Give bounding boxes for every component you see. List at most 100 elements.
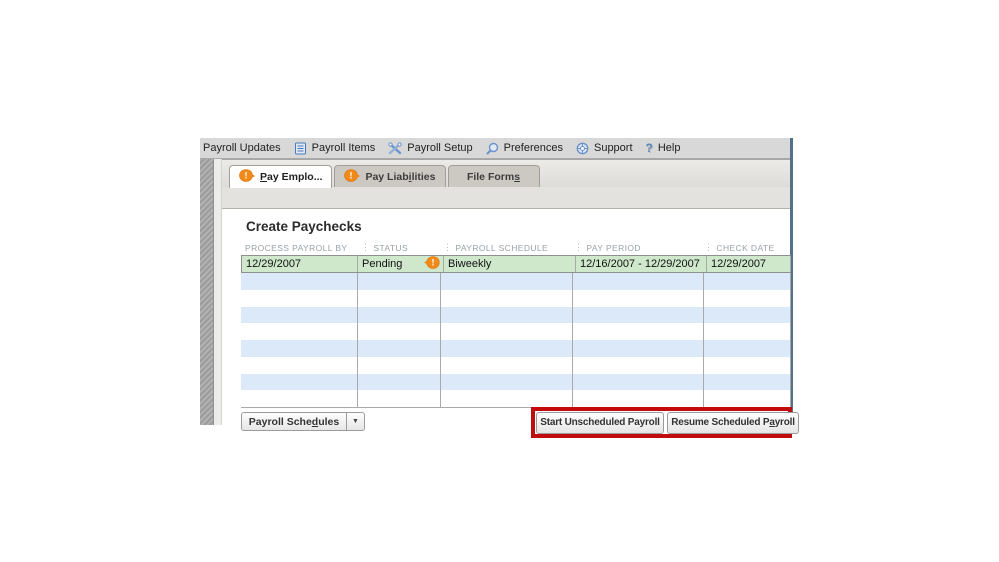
empty-cell [241,356,358,374]
empty-cell [704,373,791,391]
empty-cell [441,273,573,290]
crossed-tools-icon [388,141,402,155]
payroll-row-selected[interactable]: 12/29/2007 Pending ! Biweekly 12/16/2007… [241,255,791,273]
payroll-schedules-button[interactable]: Payroll Schedules [241,412,347,431]
empty-cell [704,390,791,407]
empty-cell [573,390,704,407]
empty-cell [241,373,358,391]
life-ring-icon [576,142,589,155]
column-grip-icon: ⋮ [704,242,714,252]
empty-cell [358,273,441,290]
empty-cell [573,306,704,324]
empty-cell [441,289,573,307]
empty-cell [573,356,704,374]
empty-row [241,390,791,407]
empty-cell [573,289,704,307]
svg-text:!: ! [245,171,248,181]
alert-balloon-icon: ! [344,168,361,185]
empty-cell [441,340,573,357]
empty-cell [241,306,358,324]
toolbar-item-label: Payroll Updates [203,142,281,154]
empty-cell [441,390,573,407]
empty-cell [441,356,573,374]
empty-row [241,323,791,340]
empty-cell [241,390,358,407]
empty-cell [704,340,791,357]
empty-cell [358,356,441,374]
empty-row [241,340,791,357]
column-grip-icon: ⋮ [361,242,371,252]
cell-status: Pending ! [358,256,444,272]
left-gutter [214,159,222,425]
toolbar-item-preferences[interactable]: Preferences [486,142,563,155]
empty-cell [441,306,573,324]
svg-text:!: ! [432,258,435,268]
toolbar-item-payroll-items[interactable]: Payroll Items [294,142,376,155]
alert-balloon-icon: ! [239,169,256,185]
toolbar-item-support[interactable]: Support [576,142,633,155]
page-title: Create Paychecks [246,219,362,234]
column-header-process-payroll-by[interactable]: PROCESS PAYROLL BY [241,243,357,253]
tab-file-forms[interactable]: File Forms [447,165,540,187]
empty-cell [704,306,791,324]
empty-cell [573,340,704,357]
toolbar-item-payroll-updates[interactable]: Payroll Updates [203,142,281,154]
column-header-payroll-schedule[interactable]: ⋮ PAYROLL SCHEDULE [439,243,570,253]
toolbar-item-payroll-setup[interactable]: Payroll Setup [388,141,473,155]
magnifier-icon [486,142,499,155]
empty-row [241,356,791,374]
pay-employees-page: Create Paychecks PROCESS PAYROLL BY ⋮ STA… [222,208,799,438]
toolbar-item-label: Help [657,142,681,154]
empty-row [241,373,791,391]
payroll-items-icon [294,142,307,155]
empty-cell [358,373,441,391]
svg-text:!: ! [350,170,353,180]
empty-cell [441,323,573,340]
empty-cell [573,273,704,290]
payroll-schedules-split-button: Payroll Schedules ▼ [241,412,365,431]
empty-cell [358,390,441,407]
empty-cell [441,373,573,391]
column-grip-icon: ⋮ [574,242,584,252]
empty-cell [704,273,791,290]
empty-cell [358,340,441,357]
status-alert-icon: ! [423,256,440,272]
chevron-down-icon[interactable]: ▼ [347,412,365,431]
toolbar-item-label: Payroll Setup [407,142,473,154]
annotation-red-box: Start Unscheduled Payroll Resume Schedul… [531,407,799,438]
question-mark-icon: ? [645,141,653,155]
empty-cell [704,289,791,307]
column-header-pay-period[interactable]: ⋮ PAY PERIOD [570,243,700,253]
tab-pay-employees[interactable]: ! Pay Emplo... [229,165,333,188]
payroll-center-window: Payroll Updates Payroll Items Payroll Se… [200,138,799,438]
table-header-row: PROCESS PAYROLL BY ⋮ STATUS ⋮ PAYROLL SCHE… [241,240,791,255]
payroll-toolbar: Payroll Updates Payroll Items Payroll Se… [200,138,790,159]
resume-scheduled-payroll-button[interactable]: Resume Scheduled Payroll [667,411,799,434]
column-header-check-date[interactable]: ⋮ CHECK DATE [700,243,791,253]
tab-label: File Forms [466,170,521,183]
empty-cell [573,323,704,340]
toolbar-item-label: Preferences [503,142,563,154]
cell-pay-period: 12/16/2007 - 12/29/2007 [576,256,707,272]
empty-cell [704,323,791,340]
toolbar-item-help[interactable]: ? Help [646,141,681,155]
payroll-center-panel: ! Pay Emplo... ! Pay Liabilities File Fo… [222,159,799,438]
tab-label: Pay Liabilities [365,170,436,183]
paychecks-table: PROCESS PAYROLL BY ⋮ STATUS ⋮ PAYROLL SCHE… [241,240,791,408]
empty-cell [358,306,441,324]
start-unscheduled-payroll-button[interactable]: Start Unscheduled Payroll [536,411,664,434]
empty-cell [241,323,358,340]
window-edge-strip [200,159,214,425]
screenshot-canvas: Payroll Updates Payroll Items Payroll Se… [0,0,999,562]
empty-cell [241,289,358,307]
tab-pay-liabilities[interactable]: ! Pay Liabilities [334,165,446,187]
toolbar-item-label: Support [593,142,633,154]
table-empty-rows [241,273,791,408]
empty-cell [573,373,704,391]
toolbar-item-label: Payroll Items [311,142,376,154]
empty-cell [704,356,791,374]
cell-check-date: 12/29/2007 [707,256,791,272]
column-header-status[interactable]: ⋮ STATUS [357,243,439,253]
window-body: ! Pay Emplo... ! Pay Liabilities File Fo… [200,159,799,438]
empty-row [241,289,791,307]
